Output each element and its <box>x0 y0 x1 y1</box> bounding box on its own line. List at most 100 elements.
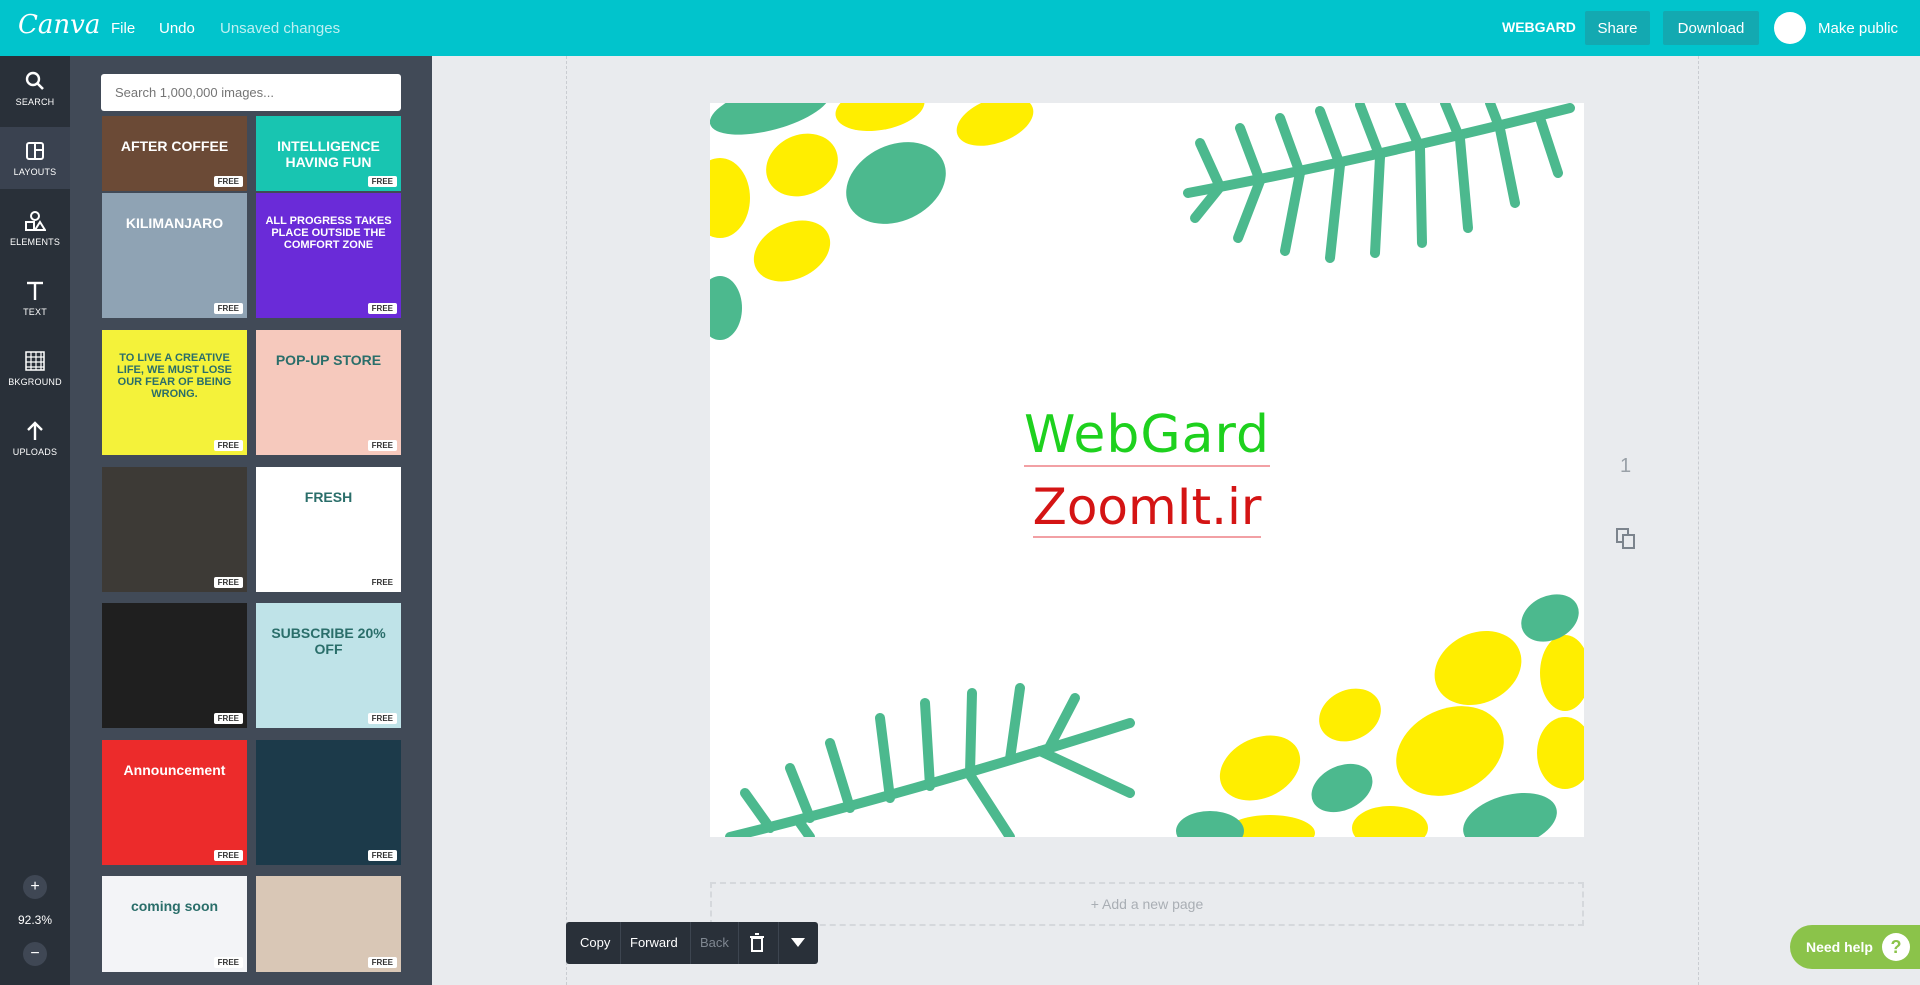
file-menu[interactable]: File <box>111 20 135 37</box>
layout-thumbnail[interactable]: FREE <box>102 467 247 592</box>
layout-thumbnail-text: FRESH <box>304 489 353 505</box>
add-page-button[interactable]: + Add a new page <box>710 882 1584 926</box>
free-badge: FREE <box>367 440 397 451</box>
copy-button[interactable]: Copy <box>580 935 610 950</box>
layouts-panel: AFTER COFFEE FREE INTELLIGENCE HAVING FUN F… <box>70 56 432 985</box>
layouts-icon <box>26 141 44 160</box>
page-decorations <box>710 103 1584 837</box>
free-badge: FREE <box>367 176 397 187</box>
sidebar-item-label: BKGROUND <box>8 376 62 387</box>
canvas-subtitle-value: ZoomIt.ir <box>1032 478 1262 538</box>
top-bar: Canva File Undo Unsaved changes WEBGARD … <box>0 0 1920 56</box>
page-margin-guide-right <box>1698 56 1699 985</box>
free-badge: FREE <box>367 957 397 968</box>
layout-thumbnail-text: ALL PROGRESS TAKES PLACE OUTSIDE THE COM… <box>265 215 392 251</box>
duplicate-page-icon[interactable] <box>1616 528 1636 550</box>
yellow-dot <box>1540 635 1584 711</box>
layout-thumbnail[interactable]: ALL PROGRESS TAKES PLACE OUTSIDE THE COM… <box>256 193 401 318</box>
canvas-title-text[interactable]: WebGard <box>710 405 1584 467</box>
sidebar-item-layouts[interactable]: LAYOUTS <box>0 127 70 189</box>
free-badge: FREE <box>367 577 397 588</box>
sidebar-item-elements[interactable]: ELEMENTS <box>0 197 70 259</box>
forward-button[interactable]: Forward <box>630 935 678 950</box>
layout-thumbnail[interactable]: INTELLIGENCE HAVING FUN FREE <box>256 116 401 191</box>
yellow-dot <box>956 103 1034 146</box>
team-name[interactable]: WEBGARD <box>1502 19 1576 35</box>
layout-thumbnail[interactable]: KILIMANJARO FREE <box>102 193 247 318</box>
free-badge: FREE <box>213 577 243 588</box>
make-public-label: Make public <box>1818 20 1899 37</box>
need-help-button[interactable]: Need help ? <box>1790 925 1920 969</box>
zoom-out-button[interactable]: − <box>23 942 47 966</box>
layout-thumbnail[interactable]: SUBSCRIBE 20% OFF FREE <box>256 603 401 728</box>
layout-thumbnail-text: SUBSCRIBE 20% OFF <box>271 625 386 657</box>
layout-thumbnail[interactable]: AFTER COFFEE FREE <box>102 116 247 191</box>
layout-thumbnail[interactable]: FREE <box>256 876 401 972</box>
fern-top-right <box>1183 103 1575 263</box>
elements-icon <box>25 210 46 231</box>
canva-logo[interactable]: Canva <box>18 10 100 40</box>
design-page[interactable]: WebGard ZoomIt.ir <box>710 103 1584 837</box>
need-help-label: Need help <box>1806 939 1873 955</box>
free-badge: FREE <box>213 713 243 724</box>
trash-icon[interactable] <box>749 933 765 953</box>
yellow-dot <box>1319 688 1381 742</box>
zoom-level: 92.3% <box>17 913 53 927</box>
sidebar-item-background[interactable]: BKGROUND <box>0 337 70 399</box>
sidebar-item-label: TEXT <box>23 306 47 317</box>
toolbar-divider <box>620 922 621 964</box>
leaf-blob <box>846 142 946 224</box>
free-badge: FREE <box>213 440 243 451</box>
sidebar-item-text[interactable]: TEXT <box>0 267 70 329</box>
layout-thumbnail[interactable]: FREE <box>256 740 401 865</box>
sidebar-item-search[interactable]: SEARCH <box>0 57 70 119</box>
free-badge: FREE <box>367 713 397 724</box>
sidebar-item-label: ELEMENTS <box>9 236 61 247</box>
layout-thumbnail-text: Announcement <box>123 762 226 778</box>
sidebar-item-label: UPLOADS <box>12 446 58 457</box>
layout-thumbnail[interactable]: FRESH FREE <box>256 467 401 592</box>
layout-thumbnail[interactable]: coming soon FREE <box>102 876 247 972</box>
image-search-input[interactable] <box>101 74 401 111</box>
sidebar-item-label: SEARCH <box>15 96 55 107</box>
layout-thumbnail-text: TO LIVE A CREATIVE LIFE, WE MUST LOSE OU… <box>117 352 232 400</box>
yellow-dot <box>1219 735 1301 801</box>
leaf-blob <box>1176 811 1244 837</box>
element-toolbar: Copy Forward Back <box>566 922 818 964</box>
free-badge: FREE <box>213 176 243 187</box>
upload-icon <box>27 420 43 440</box>
free-badge: FREE <box>367 850 397 861</box>
layout-thumbnail-text: coming soon <box>130 898 219 914</box>
toolbar-divider <box>778 922 779 964</box>
free-badge: FREE <box>213 850 243 861</box>
help-icon: ? <box>1882 933 1910 961</box>
canvas-subtitle-text[interactable]: ZoomIt.ir <box>710 478 1584 538</box>
free-badge: FREE <box>367 303 397 314</box>
make-public-toggle[interactable] <box>1774 12 1806 44</box>
leaf-blob <box>1463 792 1557 837</box>
zoom-in-button[interactable]: + <box>23 875 47 899</box>
toolbar-divider <box>690 922 691 964</box>
yellow-dot <box>1352 806 1428 837</box>
layout-thumbnail[interactable]: TO LIVE A CREATIVE LIFE, WE MUST LOSE OU… <box>102 330 247 455</box>
page-number: 1 <box>1620 455 1632 477</box>
sidebar-item-label: LAYOUTS <box>13 166 57 177</box>
back-button[interactable]: Back <box>700 935 729 950</box>
sidebar-item-uploads[interactable]: UPLOADS <box>0 407 70 469</box>
free-badge: FREE <box>213 957 243 968</box>
layout-thumbnail[interactable]: Announcement FREE <box>102 740 247 865</box>
page-margin-guide-left <box>566 56 567 985</box>
layout-thumbnail-text: INTELLIGENCE HAVING FUN <box>277 138 380 170</box>
layout-thumbnail[interactable]: FREE <box>102 603 247 728</box>
download-button[interactable]: Download <box>1663 11 1759 45</box>
chevron-down-icon[interactable] <box>791 938 805 948</box>
share-button[interactable]: Share <box>1585 11 1650 45</box>
search-icon <box>25 71 44 90</box>
unsaved-changes-status: Unsaved changes <box>220 20 341 37</box>
yellow-dot <box>1537 717 1584 789</box>
undo-button[interactable]: Undo <box>159 20 195 37</box>
sidebar-rail: SEARCH LAYOUTS ELEMENTS TEXT BKGROUND UP… <box>0 56 70 985</box>
layout-thumbnail[interactable]: POP-UP STORE FREE <box>256 330 401 455</box>
yellow-dot <box>766 133 838 197</box>
yellow-dot <box>835 103 925 132</box>
